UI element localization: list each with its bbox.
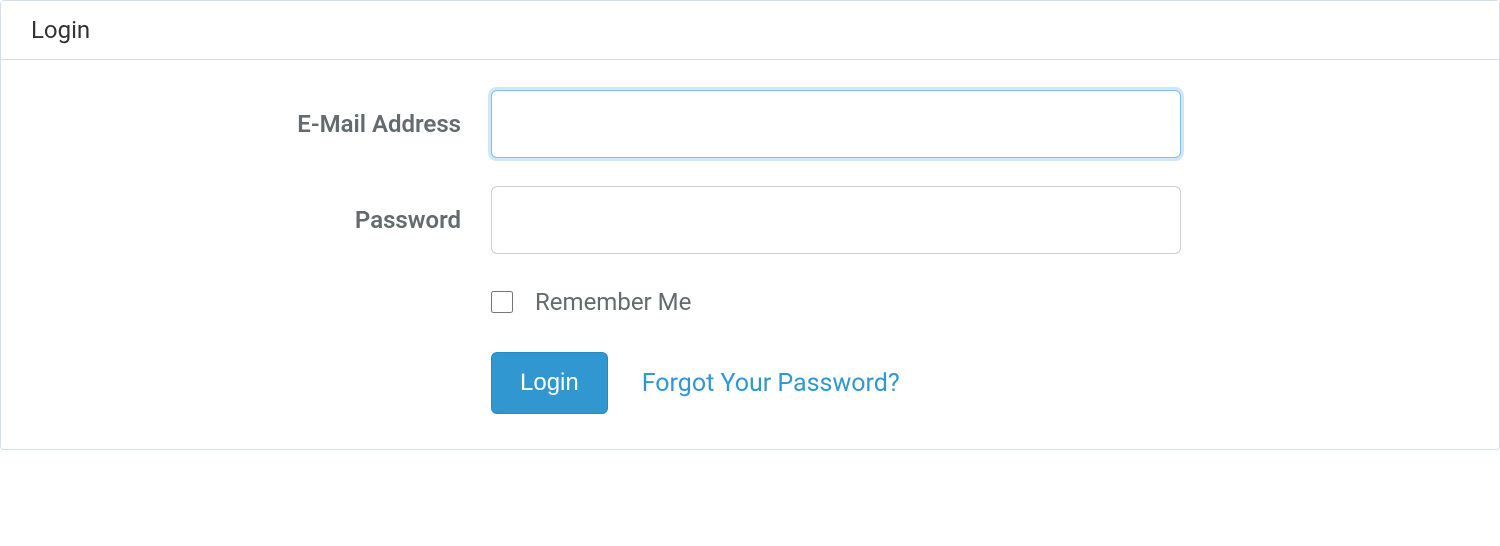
password-group: Password xyxy=(21,186,1479,254)
panel-title: Login xyxy=(1,1,1499,60)
forgot-password-link[interactable]: Forgot Your Password? xyxy=(642,369,900,398)
login-button[interactable]: Login xyxy=(491,352,608,414)
email-label: E-Mail Address xyxy=(21,110,491,138)
password-label: Password xyxy=(21,206,491,234)
panel-body: E-Mail Address Password Remember Me Logi… xyxy=(1,60,1499,449)
remember-checkbox[interactable] xyxy=(491,291,513,313)
email-group: E-Mail Address xyxy=(21,90,1479,158)
remember-label[interactable]: Remember Me xyxy=(535,288,691,316)
password-input[interactable] xyxy=(491,186,1181,254)
remember-group: Remember Me xyxy=(21,282,1479,324)
submit-group: Login Forgot Your Password? xyxy=(21,352,1479,414)
email-input[interactable] xyxy=(491,90,1181,158)
login-panel: Login E-Mail Address Password Remember M… xyxy=(0,0,1500,450)
